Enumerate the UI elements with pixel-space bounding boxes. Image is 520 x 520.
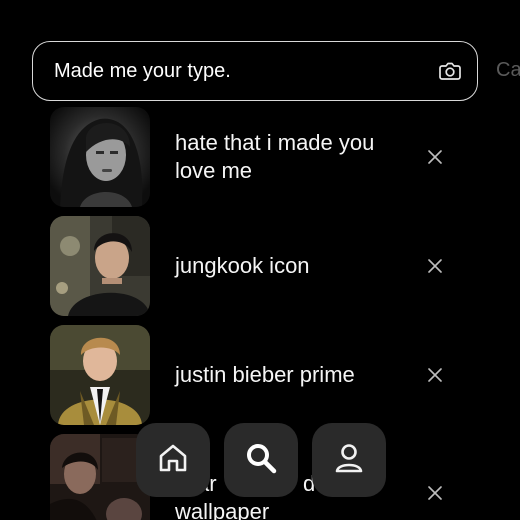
close-icon[interactable] <box>426 148 444 166</box>
search-bar[interactable] <box>32 41 478 101</box>
home-icon <box>156 441 190 480</box>
result-label: hate that i made you love me <box>175 130 375 183</box>
cancel-button[interactable]: Ca <box>496 59 520 82</box>
result-thumbnail <box>50 325 150 425</box>
bottom-navigation <box>136 423 386 497</box>
camera-icon[interactable] <box>437 58 463 84</box>
result-thumbnail <box>50 107 150 207</box>
profile-icon <box>332 441 366 480</box>
nav-home-button[interactable] <box>136 423 210 497</box>
result-label-tail: wallpaper <box>175 499 270 520</box>
search-input[interactable] <box>54 59 437 83</box>
result-thumbnail <box>50 434 150 520</box>
result-thumbnail <box>50 216 150 316</box>
nav-profile-button[interactable] <box>312 423 386 497</box>
nav-search-button[interactable] <box>224 423 298 497</box>
list-item[interactable]: justin bieber prime <box>50 325 460 425</box>
close-icon[interactable] <box>426 257 444 275</box>
close-icon[interactable] <box>426 366 444 384</box>
list-item[interactable]: jungkook icon <box>50 216 460 316</box>
search-screen: hate that i made you love me jungkook ic… <box>0 0 520 520</box>
result-label: jungkook icon <box>175 253 310 278</box>
result-label: justin bieber prime <box>175 362 355 387</box>
close-icon[interactable] <box>426 484 444 502</box>
list-item[interactable]: hate that i made you love me <box>50 107 460 207</box>
search-icon <box>244 441 278 480</box>
